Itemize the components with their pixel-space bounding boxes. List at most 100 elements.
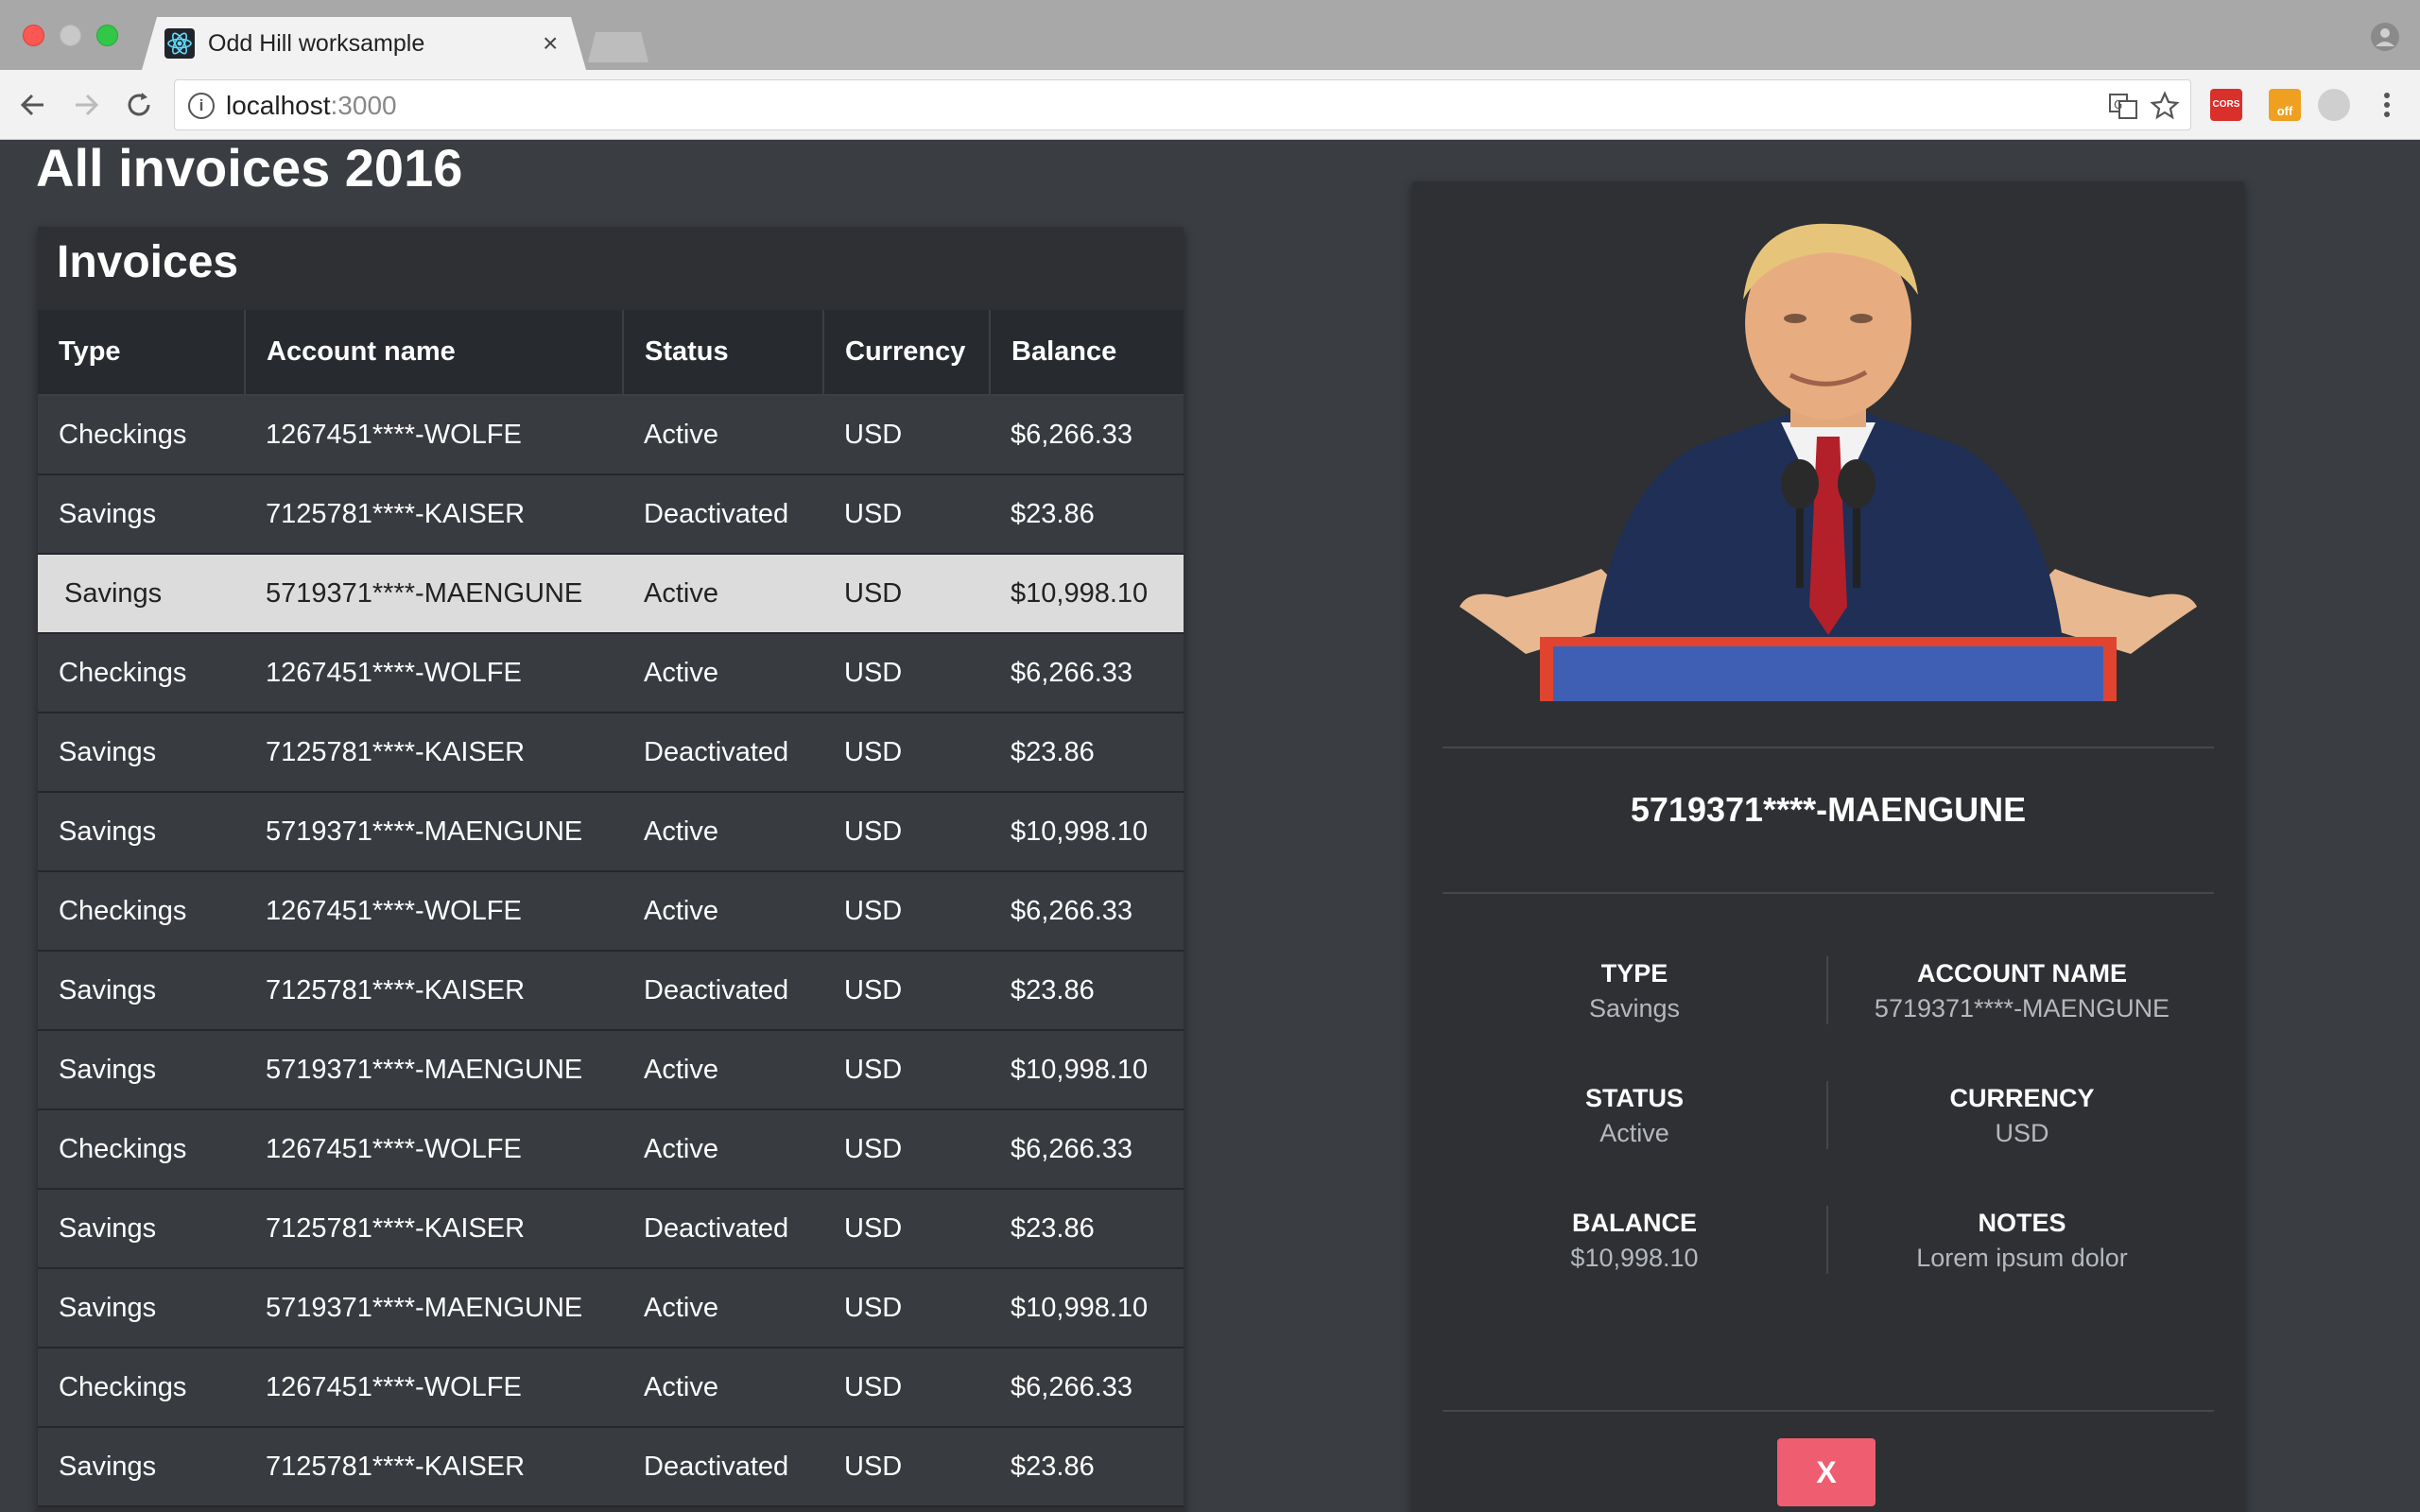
off-extension-icon[interactable]: off (2269, 89, 2301, 121)
divider (1826, 1081, 1828, 1149)
field-value: $10,998.10 (1570, 1244, 1699, 1272)
cell-account-name: 7125781****-KAISER (245, 1427, 623, 1507)
cell-balance: $23.86 (990, 951, 1184, 1031)
cors-extension-icon[interactable]: CORS (2210, 89, 2242, 121)
column-header-balance[interactable]: Balance (990, 310, 1184, 396)
cell-status: Active (623, 395, 823, 475)
cell-status: Active (623, 1030, 823, 1110)
table-row[interactable]: Savings 7125781****-KAISER Deactivated USD $… (38, 951, 1184, 1031)
column-header-currency[interactable]: Currency (823, 310, 991, 396)
field-label: STATUS (1585, 1084, 1684, 1112)
table-row[interactable]: Savings 7125781****-KAISER Deactivated USD $… (38, 1427, 1184, 1507)
extension-icon[interactable] (2318, 89, 2350, 121)
invoice-detail-card: 5719371****-MAENGUNE TYPE Savings ACCOUN… (1412, 181, 2244, 1512)
table-row[interactable]: Checkings 1267451****-WOLFE Active USD $6,26… (38, 633, 1184, 713)
new-tab-button[interactable] (588, 32, 648, 62)
table-row[interactable]: Savings 7125781****-KAISER Deactivated USD $… (38, 1189, 1184, 1269)
cell-account-name: 5719371****-MAENGUNE (245, 1030, 623, 1110)
cell-status: Deactivated (623, 474, 823, 555)
cell-account-name: 5719371****-MAENGUNE (245, 554, 623, 634)
cell-account-name: 7125781****-KAISER (245, 474, 623, 555)
table-row[interactable]: Savings 5719371****-MAENGUNE Active USD $10,… (38, 1030, 1184, 1110)
cell-type: Checkings (38, 395, 245, 475)
detail-account-name-field: ACCOUNT NAME 5719371****-MAENGUNE (1830, 956, 2214, 1026)
divider (1443, 1410, 2214, 1412)
table-row[interactable]: Checkings 1267451****-WOLFE Active USD $6,26… (38, 1348, 1184, 1428)
detail-status: STATUS Active (1443, 1081, 1826, 1151)
profile-icon[interactable] (2371, 23, 2399, 51)
cell-currency: USD (823, 871, 990, 952)
cell-currency: USD (823, 1109, 990, 1190)
cell-balance: $6,266.33 (990, 871, 1184, 952)
menu-dots-icon[interactable] (2369, 87, 2405, 123)
close-detail-button[interactable]: X (1777, 1438, 1876, 1506)
translate-icon[interactable]: G (2107, 90, 2139, 122)
account-holder-photo (1450, 210, 2206, 701)
cell-balance: $6,266.33 (990, 1348, 1184, 1428)
invoices-table: Type Account name Status Currency Balanc… (38, 310, 1184, 1507)
invoices-card: Invoices Type Account name Status Curren… (38, 227, 1184, 1512)
cell-status: Active (623, 871, 823, 952)
cell-balance: $10,998.10 (990, 554, 1184, 634)
cell-status: Active (623, 1348, 823, 1428)
column-header-type[interactable]: Type (38, 310, 246, 396)
cell-currency: USD (823, 1268, 990, 1349)
cell-account-name: 7125781****-KAISER (245, 951, 623, 1031)
cell-type: Savings (38, 474, 245, 555)
table-row[interactable]: Savings 7125781****-KAISER Deactivated USD $… (38, 474, 1184, 555)
invoices-title: Invoices (57, 237, 239, 287)
table-row[interactable]: Savings 5719371****-MAENGUNE Active USD $10,… (38, 554, 1184, 634)
cell-account-name: 1267451****-WOLFE (245, 395, 623, 475)
table-row[interactable]: Savings 5719371****-MAENGUNE Active USD $10,… (38, 1268, 1184, 1349)
table-row[interactable]: Savings 7125781****-KAISER Deactivated USD $… (38, 713, 1184, 793)
table-row[interactable]: Savings 5719371****-MAENGUNE Active USD $10,… (38, 792, 1184, 872)
cell-currency: USD (823, 951, 990, 1031)
cell-account-name: 1267451****-WOLFE (245, 633, 623, 713)
cell-account-name: 5719371****-MAENGUNE (245, 792, 623, 872)
cell-balance: $6,266.33 (990, 633, 1184, 713)
cell-type: Savings (38, 1427, 245, 1507)
cell-currency: USD (823, 554, 990, 634)
cell-type: Savings (38, 1189, 245, 1269)
cell-balance: $23.86 (990, 713, 1184, 793)
cell-status: Active (623, 1109, 823, 1190)
cell-currency: USD (823, 1348, 990, 1428)
cell-type: Checkings (38, 1348, 245, 1428)
field-label: NOTES (1978, 1209, 2066, 1237)
bookmark-star-icon[interactable] (2149, 90, 2181, 122)
info-icon[interactable]: i (188, 93, 215, 119)
field-value: USD (1995, 1119, 2049, 1147)
cell-type: Savings (38, 554, 245, 634)
detail-balance: BALANCE $10,998.10 (1443, 1206, 1826, 1276)
column-header-account-name[interactable]: Account name (245, 310, 624, 396)
cell-type: Checkings (38, 871, 245, 952)
cell-balance: $6,266.33 (990, 395, 1184, 475)
window-close-button[interactable] (23, 25, 44, 46)
cell-account-name: 1267451****-WOLFE (245, 1348, 623, 1428)
field-label: ACCOUNT NAME (1917, 959, 2127, 988)
cell-type: Checkings (38, 1109, 245, 1190)
window-maximize-button[interactable] (96, 25, 118, 46)
cell-type: Savings (38, 713, 245, 793)
window-minimize-button[interactable] (60, 25, 81, 46)
table-row[interactable]: Checkings 1267451****-WOLFE Active USD $6,26… (38, 395, 1184, 475)
cell-account-name: 7125781****-KAISER (245, 713, 623, 793)
forward-arrow-icon[interactable] (68, 87, 104, 123)
column-header-status[interactable]: Status (623, 310, 824, 396)
cell-account-name: 7125781****-KAISER (245, 1189, 623, 1269)
back-arrow-icon[interactable] (15, 87, 51, 123)
cell-balance: $23.86 (990, 1189, 1184, 1269)
detail-type: TYPE Savings (1443, 956, 1826, 1026)
field-value: Active (1599, 1119, 1669, 1147)
cell-status: Deactivated (623, 713, 823, 793)
cell-balance: $6,266.33 (990, 1109, 1184, 1190)
table-row[interactable]: Checkings 1267451****-WOLFE Active USD $6,26… (38, 871, 1184, 952)
cell-balance: $10,998.10 (990, 1030, 1184, 1110)
tab-close-icon[interactable]: × (543, 28, 558, 59)
address-bar[interactable]: i localhost:3000 G (174, 79, 2191, 130)
table-row[interactable]: Checkings 1267451****-WOLFE Active USD $6,26… (38, 1109, 1184, 1190)
cell-type: Savings (38, 1268, 245, 1349)
cell-currency: USD (823, 1030, 990, 1110)
cell-currency: USD (823, 1189, 990, 1269)
reload-icon[interactable] (121, 87, 157, 123)
